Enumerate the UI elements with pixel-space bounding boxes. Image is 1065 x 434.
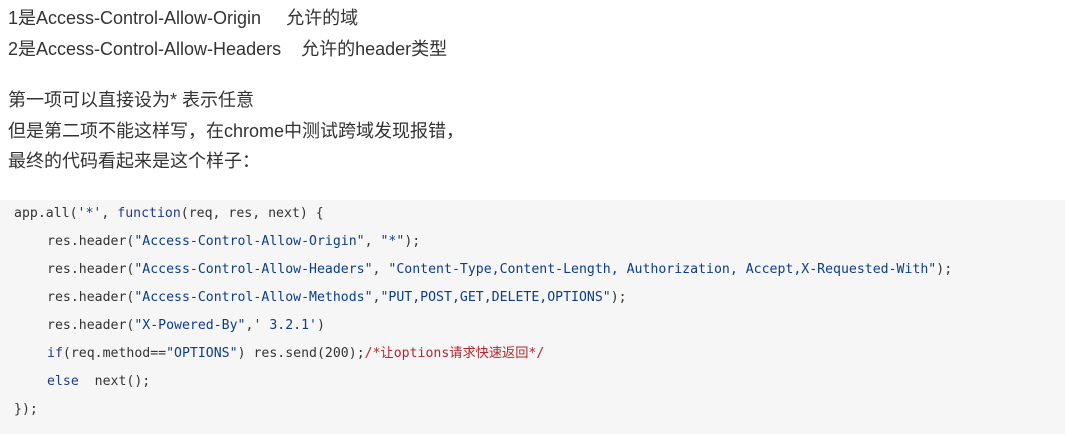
code-token: app.all( xyxy=(14,206,78,221)
code-line-2: res.header("Access-Control-Allow-Origin"… xyxy=(47,234,420,250)
paragraph-line-final-code: 最终的代码看起来是这个样子： xyxy=(8,151,260,171)
code-line-1: app.all('*', function(req, res, next) { xyxy=(14,206,324,222)
code-token: res.header( xyxy=(47,234,135,249)
code-string: "X-Powered-By" xyxy=(134,318,246,333)
code-token: ); xyxy=(348,346,365,361)
paragraph-line-headers: 2是Access-Control-Allow-Headers 允许的header… xyxy=(8,39,448,59)
code-string: "Access-Control-Allow-Origin" xyxy=(134,234,365,249)
code-line-3: res.header("Access-Control-Allow-Headers… xyxy=(47,262,952,278)
code-string: "PUT,POST,GET,DELETE,OPTIONS" xyxy=(380,290,611,305)
code-token: }); xyxy=(14,402,38,417)
code-string: "Access-Control-Allow-Methods" xyxy=(134,290,373,305)
code-line-6: if(req.method=="OPTIONS") res.send(200);… xyxy=(47,346,544,362)
code-token: res.header( xyxy=(47,318,135,333)
code-string: '*' xyxy=(77,206,102,221)
code-token: ) res.send( xyxy=(237,346,325,361)
code-token: ) xyxy=(316,318,325,333)
paragraph-line-origin: 1是Access-Control-Allow-Origin 允许的域 xyxy=(8,8,359,28)
code-keyword: else xyxy=(47,374,79,389)
code-line-4: res.header("Access-Control-Allow-Methods… xyxy=(47,290,627,306)
code-string: ' 3.2.1' xyxy=(253,318,317,333)
paragraph-line-wildcard: 第一项可以直接设为* 表示任意 xyxy=(8,90,255,110)
code-token: next(); xyxy=(78,374,151,389)
code-string: "*" xyxy=(380,234,405,249)
code-token: (req.method== xyxy=(62,346,167,361)
code-line-8: }); xyxy=(14,402,38,418)
code-token: res.header( xyxy=(47,290,135,305)
code-number: 200 xyxy=(324,346,349,361)
code-token: , xyxy=(101,206,118,221)
code-line-5: res.header("X-Powered-By",' 3.2.1') xyxy=(47,318,325,334)
code-string: "Access-Control-Allow-Headers" xyxy=(134,262,373,277)
code-keyword: if xyxy=(47,346,63,361)
code-token: , xyxy=(364,234,381,249)
code-line-7: else next(); xyxy=(47,374,150,390)
code-block: app.all('*', function(req, res, next) { … xyxy=(0,200,1065,434)
code-token: (req, res, next) { xyxy=(180,206,324,221)
paragraph-line-chrome-error: 但是第二项不能这样写，在chrome中测试跨域发现报错， xyxy=(8,121,465,141)
code-token: ); xyxy=(610,290,627,305)
code-token: ); xyxy=(936,262,953,277)
code-token: res.header( xyxy=(47,262,135,277)
code-keyword: function xyxy=(117,206,181,221)
code-token: ); xyxy=(404,234,421,249)
code-comment: /*让options请求快速返回*/ xyxy=(364,346,545,361)
code-string: "Content-Type,Content-Length, Authorizat… xyxy=(388,262,937,277)
code-string: "OPTIONS" xyxy=(166,346,238,361)
code-token: , xyxy=(372,262,389,277)
